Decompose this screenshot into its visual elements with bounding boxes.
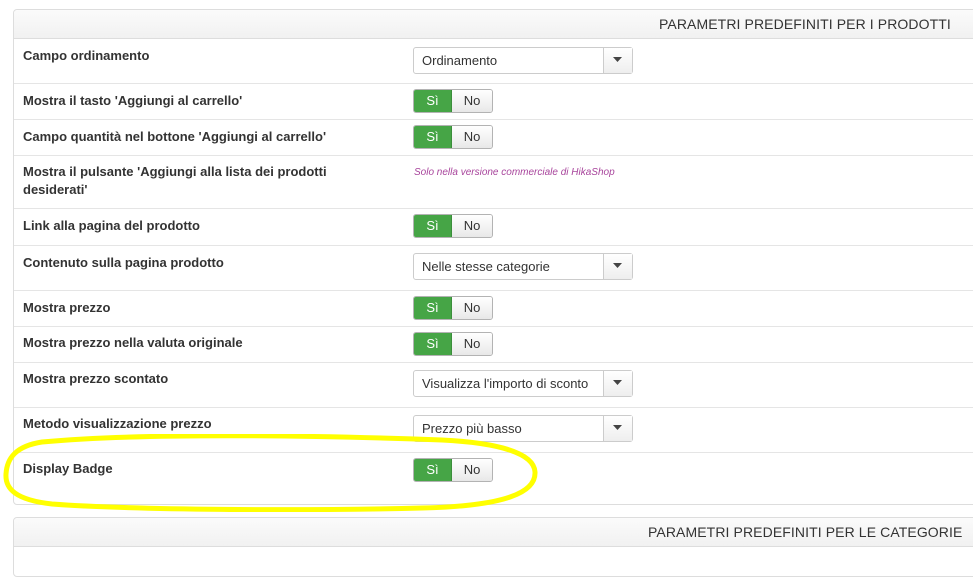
row-wishlist-button: Mostra il pulsante 'Aggiungi alla lista …	[14, 156, 973, 209]
row-label: Campo quantità nel bottone 'Aggiungi al …	[23, 129, 327, 144]
row-label: Mostra prezzo scontato	[23, 371, 169, 386]
sort-field-select[interactable]: Ordinamento	[413, 47, 633, 74]
chevron-down-icon[interactable]	[603, 48, 632, 73]
row-discounted-price: Mostra prezzo scontato Visualizza l'impo…	[14, 363, 973, 408]
row-display-badge: Display Badge Sì No	[14, 453, 973, 504]
select-value: Visualizza l'importo di sconto	[422, 376, 589, 391]
row-label: Mostra prezzo	[23, 300, 111, 315]
categories-panel-header: PARAMETRI PREDEFINITI PER LE CATEGORIE	[14, 518, 973, 547]
row-original-currency: Mostra prezzo nella valuta originale Sì …	[14, 327, 973, 363]
row-label: Mostra il tasto 'Aggiungi al carrello'	[23, 93, 243, 108]
toggle-yes-button[interactable]: Sì	[414, 333, 452, 355]
row-campo-ordinamento: Campo ordinamento Ordinamento	[14, 39, 973, 84]
commercial-version-note: Solo nella versione commerciale di HikaS…	[414, 167, 615, 178]
row-label: Contenuto sulla pagina prodotto	[23, 255, 224, 270]
products-panel-title: PARAMETRI PREDEFINITI PER I PRODOTTI	[659, 16, 951, 32]
quantity-field-toggle[interactable]: Sì No	[413, 125, 493, 149]
product-page-content-select[interactable]: Nelle stesse categorie	[413, 253, 633, 280]
row-product-page-content: Contenuto sulla pagina prodotto Nelle st…	[14, 246, 973, 291]
toggle-no-button[interactable]: No	[452, 333, 492, 355]
toggle-no-button[interactable]: No	[452, 90, 492, 112]
row-show-price: Mostra prezzo Sì No	[14, 291, 973, 327]
row-price-display-method: Metodo visualizzazione prezzo Prezzo più…	[14, 408, 973, 453]
row-label: Display Badge	[23, 461, 113, 476]
toggle-yes-button[interactable]: Sì	[414, 126, 452, 148]
display-badge-toggle[interactable]: Sì No	[413, 458, 493, 482]
toggle-no-button[interactable]: No	[452, 297, 492, 319]
chevron-down-icon[interactable]	[603, 416, 632, 441]
chevron-down-icon[interactable]	[603, 254, 632, 279]
toggle-no-button[interactable]: No	[452, 126, 492, 148]
toggle-yes-button[interactable]: Sì	[414, 90, 452, 112]
row-product-page-link: Link alla pagina del prodotto Sì No	[14, 209, 973, 246]
row-label: Mostra prezzo nella valuta originale	[23, 335, 243, 350]
product-link-toggle[interactable]: Sì No	[413, 214, 493, 238]
chevron-down-icon[interactable]	[603, 371, 632, 396]
select-value: Prezzo più basso	[422, 421, 522, 436]
price-display-method-select[interactable]: Prezzo più basso	[413, 415, 633, 442]
products-defaults-panel: PARAMETRI PREDEFINITI PER I PRODOTTI Cam…	[13, 9, 973, 505]
row-label: Link alla pagina del prodotto	[23, 218, 200, 233]
toggle-no-button[interactable]: No	[452, 215, 492, 237]
categories-panel-title: PARAMETRI PREDEFINITI PER LE CATEGORIE	[648, 524, 963, 540]
toggle-no-button[interactable]: No	[452, 459, 492, 481]
select-value: Ordinamento	[422, 53, 498, 68]
row-add-to-cart: Mostra il tasto 'Aggiungi al carrello' S…	[14, 84, 973, 120]
products-panel-header: PARAMETRI PREDEFINITI PER I PRODOTTI	[14, 10, 973, 39]
row-label: Campo ordinamento	[23, 48, 150, 63]
categories-defaults-panel: PARAMETRI PREDEFINITI PER LE CATEGORIE	[13, 517, 973, 577]
row-quantity-field: Campo quantità nel bottone 'Aggiungi al …	[14, 120, 973, 156]
select-value: Nelle stesse categorie	[422, 259, 550, 274]
toggle-yes-button[interactable]: Sì	[414, 459, 452, 481]
discounted-price-select[interactable]: Visualizza l'importo di sconto	[413, 370, 633, 397]
add-to-cart-toggle[interactable]: Sì No	[413, 89, 493, 113]
toggle-yes-button[interactable]: Sì	[414, 215, 452, 237]
toggle-yes-button[interactable]: Sì	[414, 297, 452, 319]
row-label: Metodo visualizzazione prezzo	[23, 416, 212, 431]
row-label: Mostra il pulsante 'Aggiungi alla lista …	[23, 164, 327, 197]
show-price-toggle[interactable]: Sì No	[413, 296, 493, 320]
original-currency-toggle[interactable]: Sì No	[413, 332, 493, 356]
